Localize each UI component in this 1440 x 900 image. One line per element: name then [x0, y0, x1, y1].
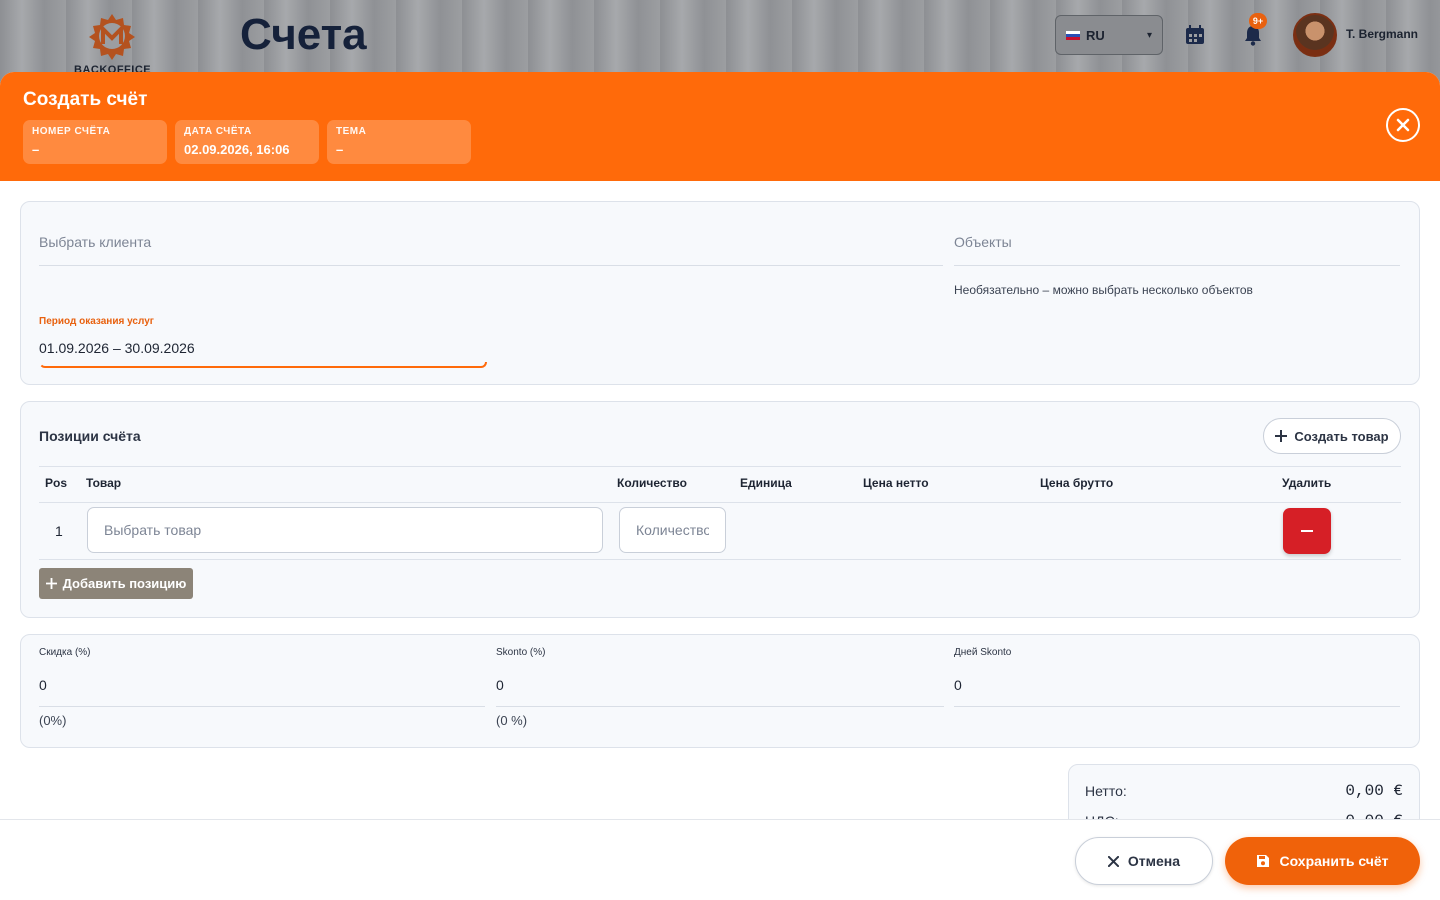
skonto-days-input[interactable]: 0: [954, 677, 962, 693]
modal-footer: Отмена Сохранить счёт: [0, 819, 1440, 900]
meta-value: –: [336, 142, 344, 157]
close-icon: [1107, 855, 1119, 867]
close-icon: [1396, 118, 1410, 132]
avatar[interactable]: [1293, 13, 1337, 57]
meta-value: 02.09.2026, 16:06: [184, 142, 290, 157]
column-header-pos: Pos: [45, 476, 68, 490]
minus-icon: [1301, 530, 1313, 532]
page-title: Счета: [240, 10, 367, 59]
skonto-label: Skonto (%): [496, 647, 546, 658]
netto-value: 0,00 €: [1345, 782, 1403, 800]
russian-flag-icon: [1066, 30, 1080, 40]
skonto-underline: [496, 706, 944, 707]
column-header-unit: Единица: [740, 476, 792, 490]
modal-title: Создать счёт: [23, 89, 148, 110]
skonto-days-label: Дней Skonto: [954, 647, 1012, 658]
table-divider: [39, 466, 1401, 467]
modal-header: Создать счёт Номер счёта – Дата счёта 02…: [0, 72, 1440, 181]
column-header-net-price: Цена нетто: [863, 476, 929, 490]
discount-input[interactable]: 0: [39, 677, 47, 693]
objects-select[interactable]: Объекты: [954, 234, 1012, 250]
skonto-input[interactable]: 0: [496, 677, 504, 693]
discount-underline: [39, 706, 485, 707]
invoice-number-chip: Номер счёта –: [23, 120, 167, 164]
delete-row-button[interactable]: [1283, 508, 1331, 554]
objects-hint: Необязательно – можно выбрать несколько …: [954, 283, 1253, 297]
table-divider: [39, 559, 1401, 560]
chevron-down-icon: ▾: [1146, 29, 1152, 41]
save-invoice-button[interactable]: Сохранить счёт: [1225, 837, 1420, 885]
meta-label: Тема: [336, 126, 367, 137]
skonto-days-underline: [954, 706, 1400, 707]
table-divider: [39, 502, 1401, 503]
positions-card: Позиции счёта Создать товар Pos Товар Ко…: [20, 401, 1420, 618]
notification-badge: 9+: [1249, 13, 1267, 29]
quantity-input[interactable]: [619, 507, 726, 553]
add-position-label: Добавить позицию: [62, 576, 187, 591]
close-button[interactable]: [1386, 108, 1420, 142]
meta-label: Дата счёта: [184, 126, 252, 137]
client-underline: [39, 265, 943, 266]
language-select[interactable]: RU ▾: [1055, 15, 1163, 55]
add-position-button[interactable]: Добавить позицию: [39, 568, 193, 599]
plus-icon: [45, 578, 57, 589]
discount-percent-display: (0%): [39, 713, 67, 728]
cancel-button[interactable]: Отмена: [1075, 837, 1213, 885]
positions-title: Позиции счёта: [39, 428, 141, 444]
column-header-delete: Удалить: [1282, 476, 1332, 490]
save-icon: [1257, 855, 1270, 867]
meta-label: Номер счёта: [32, 126, 111, 137]
company-logo-icon: [89, 14, 135, 60]
client-card: Выбрать клиента Объекты Необязательно – …: [20, 201, 1420, 385]
calendar-icon[interactable]: [1184, 24, 1206, 46]
skonto-percent-display: (0 %): [496, 713, 528, 728]
save-label: Сохранить счёт: [1279, 853, 1389, 869]
meta-value: –: [32, 142, 40, 157]
create-product-button[interactable]: Создать товар: [1263, 418, 1401, 454]
position-number: 1: [55, 523, 63, 539]
column-header-gross-price: Цена брутто: [1040, 476, 1114, 490]
plus-icon: [1275, 430, 1288, 442]
create-product-label: Создать товар: [1294, 428, 1389, 444]
discounts-card: Скидка (%) 0 (0%) Skonto (%) 0 (0 %) Дне…: [20, 634, 1420, 748]
discount-label: Скидка (%): [39, 647, 91, 658]
product-select-input[interactable]: [87, 507, 603, 553]
period-underline: [39, 362, 487, 368]
user-name[interactable]: T. Bergmann: [1346, 27, 1418, 41]
language-label: RU: [1086, 27, 1105, 43]
cancel-label: Отмена: [1127, 853, 1181, 869]
period-label: Период оказания услуг: [39, 316, 154, 327]
netto-label: Нетто:: [1085, 783, 1127, 799]
objects-underline: [954, 265, 1400, 266]
create-invoice-modal: Создать счёт Номер счёта – Дата счёта 02…: [0, 72, 1440, 900]
client-select[interactable]: Выбрать клиента: [39, 234, 151, 250]
column-header-product: Товар: [86, 476, 122, 490]
invoice-date-chip: Дата счёта 02.09.2026, 16:06: [175, 120, 319, 164]
period-input[interactable]: 01.09.2026 – 30.09.2026: [39, 340, 195, 356]
column-header-quantity: Количество: [617, 476, 687, 490]
invoice-subject-chip: Тема –: [327, 120, 471, 164]
